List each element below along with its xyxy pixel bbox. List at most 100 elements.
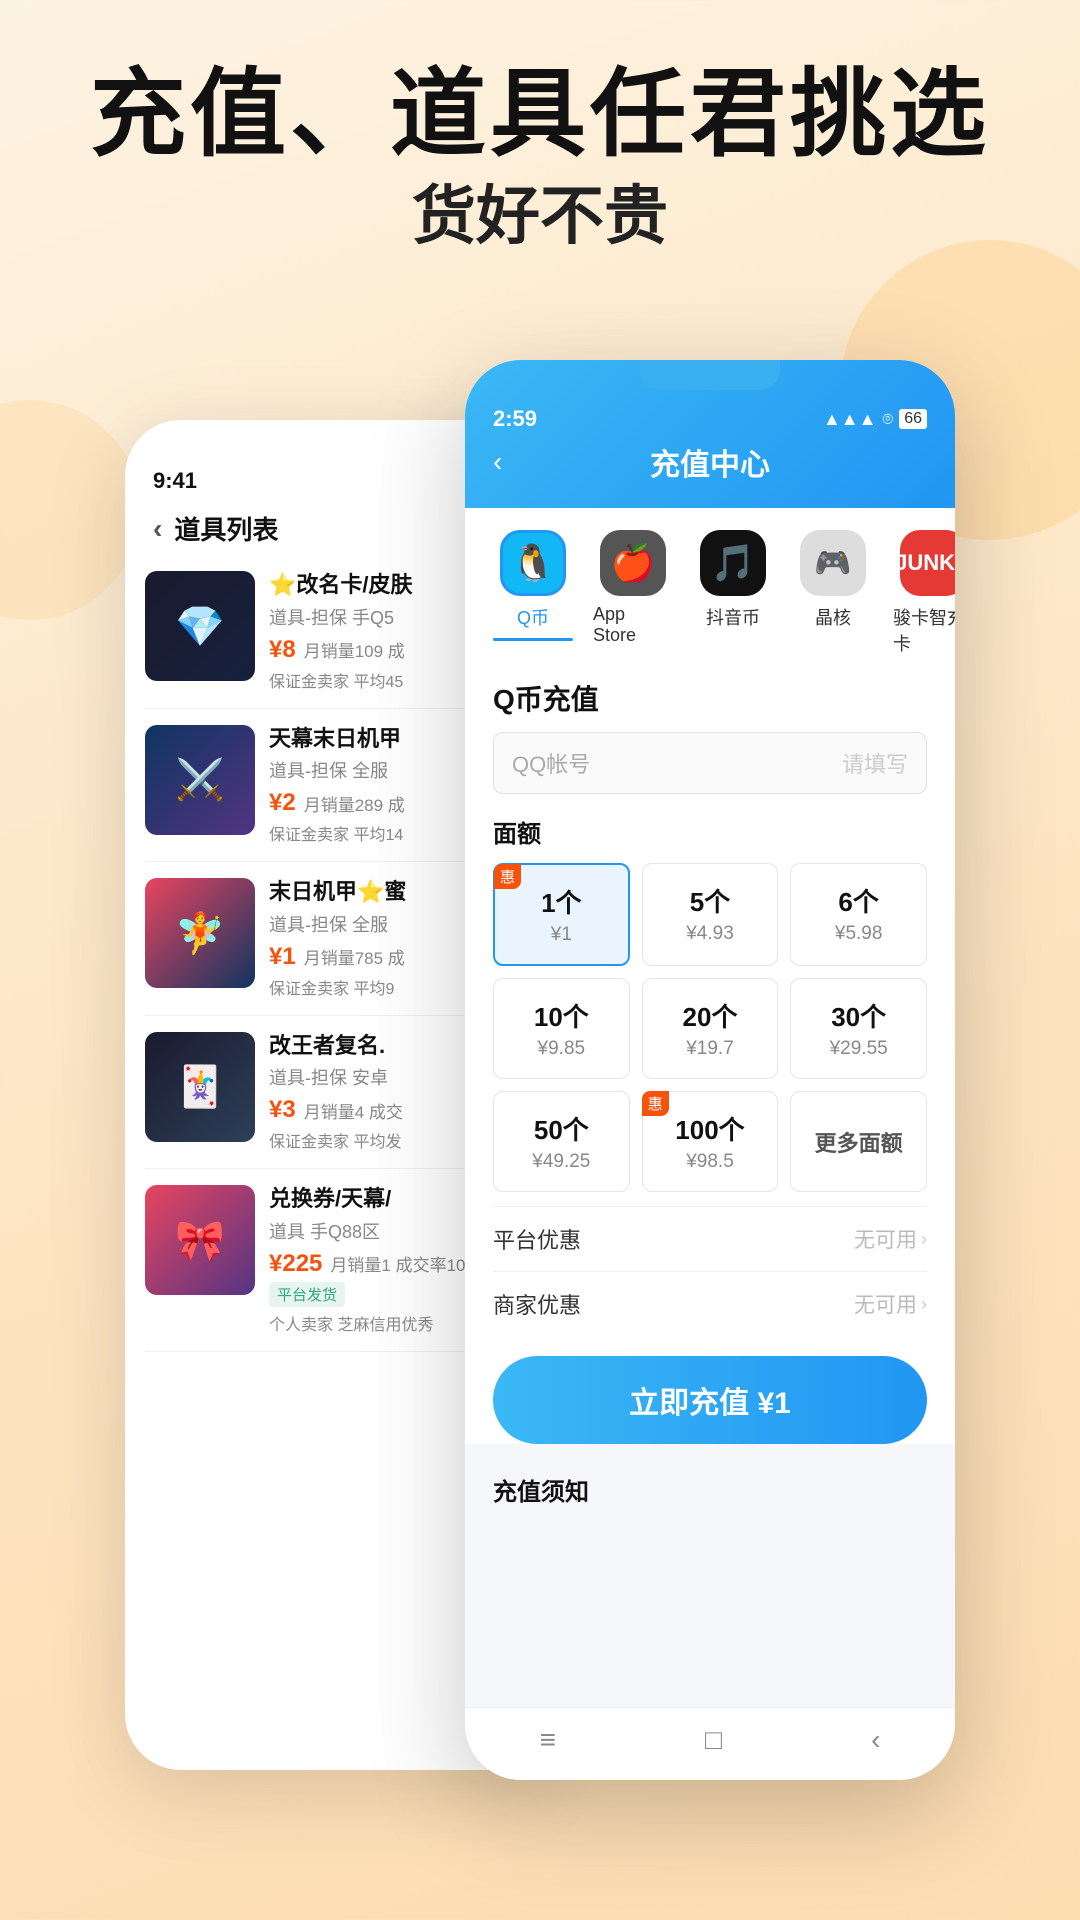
- right-phone: 2:59 ▲▲▲ ⌾ 66 ‹ 充值中心 🐧 Q币: [465, 360, 955, 1780]
- amount-price: ¥19.7: [651, 1038, 770, 1060]
- item-price: ¥3: [269, 1096, 296, 1124]
- qq-input-row[interactable]: QQ帐号 请填写: [493, 732, 927, 794]
- merchant-discount-label: 商家优惠: [493, 1288, 581, 1320]
- item-thumb: ⚔️: [145, 725, 255, 835]
- tab-junka[interactable]: JUNKA 骏卡智充卡: [893, 530, 955, 656]
- tab-qbi[interactable]: 🐧 Q币: [493, 530, 573, 656]
- page-title: 充值中心: [650, 440, 770, 484]
- blue-nav: ‹ 充值中心: [493, 440, 927, 484]
- item-thumb-emoji: 💎: [145, 571, 255, 681]
- merchant-discount-row[interactable]: 商家优惠 无可用 ›: [493, 1271, 927, 1336]
- tab-qbi-underline: [493, 638, 573, 641]
- amount-qty: 20个: [651, 997, 770, 1034]
- tab-douyin-icon: 🎵: [700, 530, 766, 596]
- item-price: ¥225: [269, 1250, 322, 1278]
- item-thumb-emoji: ⚔️: [145, 725, 255, 835]
- qq-input-placeholder: 请填写: [842, 747, 908, 779]
- wifi-icon: ⌾: [882, 409, 893, 430]
- tab-junka-label: 骏卡智充卡: [893, 604, 955, 656]
- amount-cell-5[interactable]: 5个 ¥4.93: [642, 863, 779, 966]
- back-button[interactable]: ‹: [493, 446, 502, 478]
- douyin-logo: 🎵: [711, 542, 756, 584]
- home-icon[interactable]: □: [705, 1724, 722, 1756]
- qbi-logo: 🐧: [511, 542, 556, 584]
- amount-cell-50[interactable]: 50个 ¥49.25: [493, 1091, 630, 1192]
- item-sales: 月销量785 成: [304, 944, 405, 969]
- battery-icon: 66: [899, 409, 927, 429]
- amount-price: ¥4.93: [651, 923, 770, 945]
- cta-button[interactable]: 立即充值 ¥1: [493, 1356, 927, 1444]
- chevron-right-icon: ›: [921, 1294, 927, 1315]
- amount-qty: 6个: [799, 882, 918, 919]
- left-phone-title: 道具列表: [174, 510, 278, 547]
- hui-badge: 惠: [642, 1091, 669, 1116]
- content-area: Q币充值 QQ帐号 请填写 面额 惠 1个 ¥1 5个 ¥4.93: [465, 656, 955, 1444]
- right-phone-notch: [640, 360, 780, 390]
- amount-price: ¥9.85: [502, 1038, 621, 1060]
- item-sales: 月销量109 成: [304, 637, 405, 662]
- hero-subtitle: 货好不贵: [0, 180, 1080, 254]
- item-thumb-emoji: 🃏: [145, 1032, 255, 1142]
- tab-junka-icon: JUNKA: [900, 530, 955, 596]
- amount-qty: 50个: [502, 1110, 621, 1147]
- menu-icon[interactable]: ≡: [540, 1724, 556, 1756]
- item-sales: 月销量4 成交: [304, 1098, 403, 1123]
- item-thumb: 💎: [145, 571, 255, 681]
- amount-qty: 1个: [503, 883, 620, 920]
- tab-douyin[interactable]: 🎵 抖音币: [693, 530, 773, 656]
- merchant-discount-value: 无可用 ›: [854, 1289, 927, 1319]
- chevron-right-icon: ›: [921, 1229, 927, 1250]
- amount-cell-10[interactable]: 10个 ¥9.85: [493, 978, 630, 1079]
- amount-cell-100[interactable]: 惠 100个 ¥98.5: [642, 1091, 779, 1192]
- platform-discount-row[interactable]: 平台优惠 无可用 ›: [493, 1206, 927, 1271]
- amount-cell-1[interactable]: 惠 1个 ¥1: [493, 863, 630, 966]
- phones-container: 9:41 ‹ 道具列表 💎 ⭐改名卡/皮肤 道具-担保 手Q5 ¥8 月销量10…: [0, 360, 1080, 1780]
- amount-price: ¥1: [503, 924, 620, 946]
- tab-jinghe[interactable]: 🎮 晶核: [793, 530, 873, 656]
- platform-discount-value: 无可用 ›: [854, 1224, 927, 1254]
- qq-input-label: QQ帐号: [512, 747, 842, 779]
- item-thumb: 🃏: [145, 1032, 255, 1142]
- tabs-row: 🐧 Q币 🍎 App Store 🎵 抖音币 🎮: [465, 508, 955, 656]
- hero-title: 充值、道具任君挑选: [0, 60, 1080, 170]
- back-icon[interactable]: ‹: [153, 513, 162, 545]
- amount-more-label: 更多面额: [815, 1126, 903, 1158]
- tab-appstore[interactable]: 🍎 App Store: [593, 530, 673, 656]
- amount-qty: 30个: [799, 997, 918, 1034]
- platform-discount-label: 平台优惠: [493, 1223, 581, 1255]
- amount-cell-6[interactable]: 6个 ¥5.98: [790, 863, 927, 966]
- status-time: 2:59: [493, 406, 537, 432]
- notice-title: 充值须知: [465, 1460, 955, 1507]
- item-thumb: 🎀: [145, 1185, 255, 1295]
- tab-douyin-label: 抖音币: [706, 604, 760, 630]
- hero-section: 充值、道具任君挑选 货好不贵: [0, 0, 1080, 254]
- tab-appstore-label: App Store: [593, 604, 673, 646]
- amount-price: ¥49.25: [502, 1151, 621, 1173]
- hui-badge: 惠: [494, 864, 521, 889]
- tab-jinghe-label: 晶核: [815, 604, 851, 630]
- status-bar: 2:59 ▲▲▲ ⌾ 66: [493, 406, 927, 432]
- item-price: ¥8: [269, 636, 296, 664]
- amount-cell-30[interactable]: 30个 ¥29.55: [790, 978, 927, 1079]
- jinghe-logo: 🎮: [814, 546, 851, 581]
- left-phone-notch: [275, 420, 395, 448]
- item-sales: 月销量289 成: [304, 791, 405, 816]
- tab-qbi-icon: 🐧: [500, 530, 566, 596]
- back-nav-icon[interactable]: ‹: [871, 1724, 880, 1756]
- item-thumb: 🧚: [145, 878, 255, 988]
- amount-qty: 100个: [651, 1110, 770, 1147]
- amount-label: 面额: [493, 814, 927, 849]
- amount-cell-more[interactable]: 更多面额: [790, 1091, 927, 1192]
- item-price: ¥2: [269, 789, 296, 817]
- tab-jinghe-icon: 🎮: [800, 530, 866, 596]
- signal-icon: ▲▲▲: [823, 409, 876, 430]
- amount-price: ¥5.98: [799, 923, 918, 945]
- amount-price: ¥29.55: [799, 1038, 918, 1060]
- item-thumb-emoji: 🧚: [145, 878, 255, 988]
- amount-grid: 惠 1个 ¥1 5个 ¥4.93 6个 ¥5.98 10个 ¥9.85: [493, 863, 927, 1192]
- section-title: Q币充值: [493, 656, 927, 732]
- tab-appstore-icon: 🍎: [600, 530, 666, 596]
- amount-cell-20[interactable]: 20个 ¥19.7: [642, 978, 779, 1079]
- bottom-nav: ≡ □ ‹: [465, 1707, 955, 1780]
- amount-price: ¥98.5: [651, 1151, 770, 1173]
